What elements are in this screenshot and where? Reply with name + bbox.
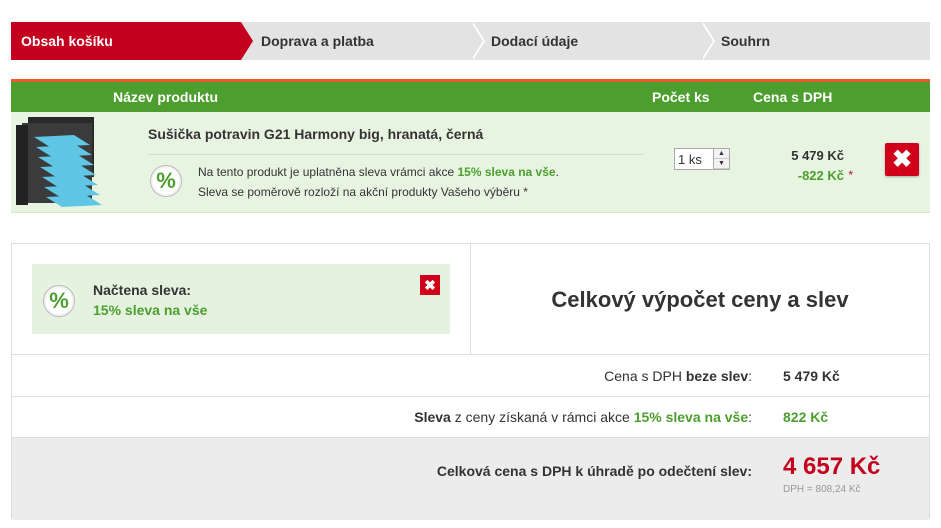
row-label-text: Cena s DPH	[604, 368, 686, 384]
header-price: Cena s DPH	[753, 89, 833, 105]
discount-action-name: 15% sleva na vše	[633, 409, 749, 425]
applied-coupon: % Načtena sleva: 15% sleva na vše ✖	[32, 264, 450, 334]
coupon-section: % Načtena sleva: 15% sleva na vše ✖	[12, 244, 471, 355]
header-product: Název produktu	[113, 89, 219, 105]
total-price: 4 657 Kč	[783, 453, 881, 480]
item-discount: -822 Kč	[797, 168, 844, 183]
discount-info-end: .	[555, 165, 559, 179]
quantity-input[interactable]: 1 ks	[678, 152, 702, 167]
price-summary: % Načtena sleva: 15% sleva na vše ✖ Celk…	[11, 243, 930, 520]
discount-amount: 822 Kč	[783, 409, 829, 425]
discount-note: Sleva se poměrově rozloží na akční produ…	[198, 185, 528, 199]
cart-header: Název produktu Počet ks Cena s DPH	[11, 82, 930, 112]
step-cart-contents[interactable]: Obsah košíku	[11, 22, 253, 60]
summary-title: Celkový výpočet ceny a slev	[551, 287, 849, 312]
divider	[148, 154, 643, 155]
product-name-link[interactable]: Sušička potravin G21 Harmony big, hranat…	[148, 126, 483, 142]
step-shipping-payment[interactable]: Doprava a platba	[241, 22, 485, 60]
step-summary[interactable]: Souhrn	[701, 22, 930, 60]
product-image[interactable]	[14, 115, 105, 210]
row-label: Cena s DPH beze slev:	[604, 368, 752, 384]
step-label: Souhrn	[721, 33, 770, 49]
row-label-colon: :	[748, 409, 752, 425]
summary-top: % Načtena sleva: 15% sleva na vše ✖ Celk…	[12, 244, 929, 355]
cart-item-row: Sušička potravin G21 Harmony big, hranat…	[11, 112, 930, 213]
asterisk-mark: *	[848, 168, 853, 182]
discount-info: Na tento produkt je uplatněna sleva vrám…	[198, 165, 559, 179]
increment-arrow-icon[interactable]: ▲	[714, 149, 729, 159]
step-label: Obsah košíku	[21, 33, 113, 49]
vat-amount: DPH = 808,24 Kč	[783, 484, 861, 495]
decrement-arrow-icon[interactable]: ▼	[714, 159, 729, 169]
coupon-name: 15% sleva na vše	[93, 302, 208, 318]
header-quantity: Počet ks	[652, 89, 710, 105]
total-label: Celková cena s DPH k úhradě po odečtení …	[436, 463, 752, 479]
checkout-steps: Obsah košíku Doprava a platba Dodací úda…	[11, 22, 930, 60]
item-price: 5 479 Kč	[791, 148, 844, 163]
discount-action-name: 15% sleva na vše	[457, 165, 556, 179]
discount-info-text: Na tento produkt je uplatněna sleva vrám…	[198, 165, 458, 179]
price-without-discount-row: Cena s DPH beze slev: 5 479 Kč	[12, 355, 929, 397]
discount-row: Sleva z ceny získaná v rámci akce 15% sl…	[12, 397, 929, 438]
row-label: Sleva z ceny získaná v rámci akce 15% sl…	[414, 409, 752, 425]
price-without-discount: 5 479 Kč	[783, 368, 840, 384]
step-label: Doprava a platba	[261, 33, 374, 49]
coupon-title: Načtena sleva:	[93, 282, 192, 298]
cart-table: Název produktu Počet ks Cena s DPH Sušič…	[11, 79, 930, 213]
percent-icon: %	[150, 165, 182, 197]
row-label-bold: Sleva	[414, 409, 451, 425]
remove-coupon-button[interactable]: ✖	[420, 275, 440, 295]
percent-icon: %	[43, 285, 75, 317]
remove-item-button[interactable]: ✖	[885, 143, 919, 176]
row-label-colon: :	[748, 368, 752, 384]
row-label-text: z ceny získaná v rámci akce	[450, 409, 634, 425]
total-row: Celková cena s DPH k úhradě po odečtení …	[12, 438, 929, 520]
step-delivery-details[interactable]: Dodací údaje	[471, 22, 715, 60]
row-label-bold: beze slev	[685, 368, 749, 384]
step-label: Dodací údaje	[491, 33, 579, 49]
quantity-stepper[interactable]: 1 ks ▲ ▼	[674, 148, 730, 170]
